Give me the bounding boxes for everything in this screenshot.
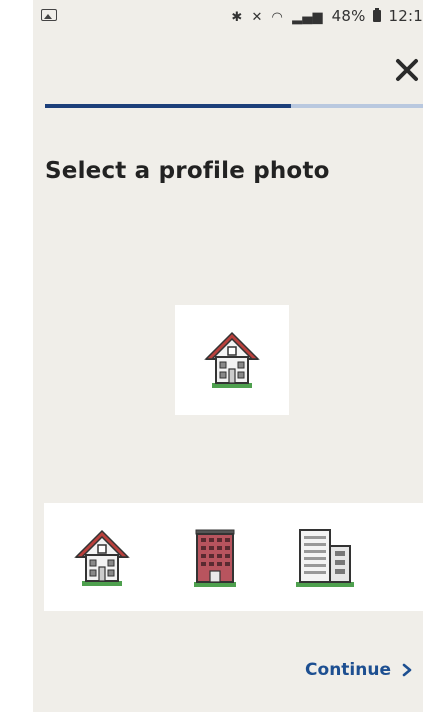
close-button[interactable] bbox=[393, 56, 421, 84]
house-icon bbox=[204, 331, 260, 388]
continue-button[interactable]: Continue bbox=[305, 660, 413, 680]
page-title: Select a profile photo bbox=[45, 158, 330, 184]
photo-options-carousel[interactable] bbox=[44, 503, 423, 611]
selected-photo-preview bbox=[175, 305, 289, 415]
status-bar: ✱ ✕ ◠ ▂▄▆ 48% 12:1 bbox=[33, 0, 423, 34]
phone-screen: ✱ ✕ ◠ ▂▄▆ 48% 12:1 Select a profile phot… bbox=[33, 0, 423, 712]
bluetooth-icon: ✱ bbox=[231, 10, 243, 25]
close-icon bbox=[396, 59, 418, 81]
apartment-building-icon bbox=[194, 529, 236, 587]
status-indicators: ✱ ✕ ◠ ▂▄▆ 48% 12:1 bbox=[231, 7, 423, 25]
mute-icon: ✕ bbox=[251, 10, 263, 25]
clock: 12:1 bbox=[388, 7, 423, 25]
office-building-icon bbox=[296, 529, 354, 587]
house-icon bbox=[74, 529, 130, 586]
photo-option-house[interactable] bbox=[67, 523, 137, 593]
partial-icon bbox=[415, 528, 423, 588]
battery-icon bbox=[372, 8, 381, 22]
signal-icon: ▂▄▆ bbox=[292, 10, 323, 25]
wifi-icon: ◠ bbox=[271, 10, 284, 25]
progress-fill bbox=[45, 104, 291, 108]
progress-bar bbox=[45, 104, 423, 108]
photo-option-office[interactable] bbox=[290, 523, 360, 593]
battery-percent: 48% bbox=[331, 7, 366, 25]
photo-option-apartment[interactable] bbox=[180, 523, 250, 593]
image-notification-icon bbox=[41, 9, 57, 21]
chevron-right-icon bbox=[402, 663, 412, 677]
photo-option-partial[interactable] bbox=[400, 523, 423, 593]
continue-label: Continue bbox=[305, 660, 391, 680]
